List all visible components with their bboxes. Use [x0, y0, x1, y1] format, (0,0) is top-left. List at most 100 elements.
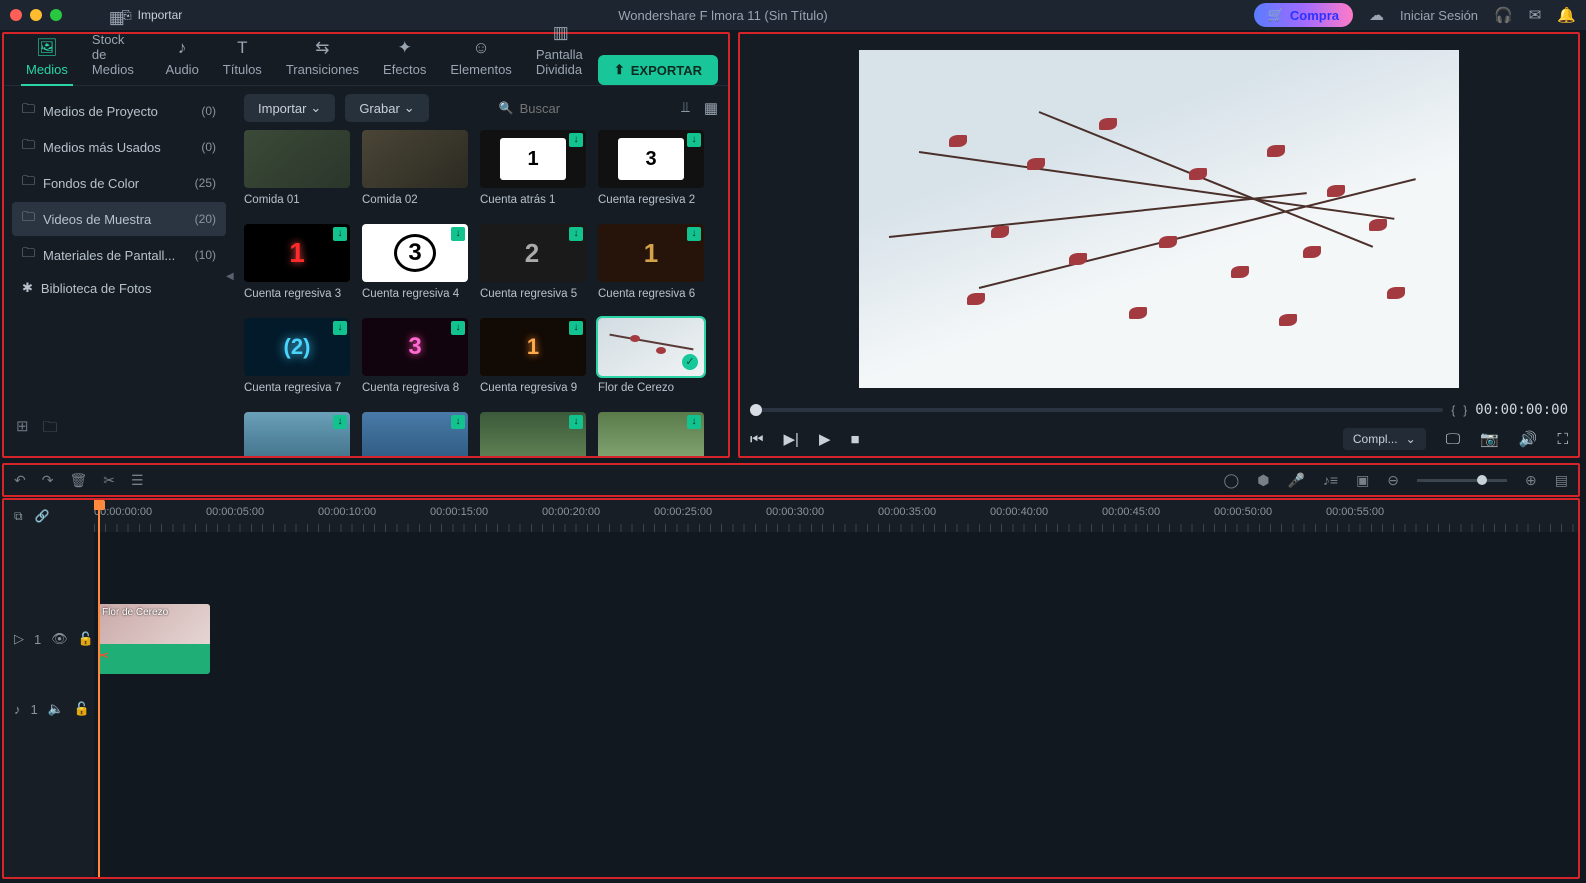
new-folder-icon[interactable]: ⊞ — [16, 417, 29, 442]
stop-icon[interactable]: ■ — [851, 431, 860, 448]
download-icon[interactable]: ↓ — [569, 321, 583, 335]
media-thumb[interactable]: 3↓Cuenta regresiva 8 — [362, 318, 468, 394]
download-icon[interactable]: ↓ — [687, 227, 701, 241]
snapshot-icon[interactable]: 📷 — [1480, 430, 1499, 448]
media-thumb[interactable]: 3↓Cuenta regresiva 4 — [362, 224, 468, 300]
tab-stock-de-medios[interactable]: ▦Stock de Medios — [80, 2, 154, 85]
media-thumb[interactable]: ↓ — [362, 412, 468, 456]
media-thumb[interactable]: ↓ — [598, 412, 704, 456]
minimize-window[interactable] — [30, 9, 42, 21]
timeline-tracks-area[interactable]: 00:00:00:0000:00:05:0000:00:10:0000:00:1… — [94, 500, 1578, 877]
export-button[interactable]: ⬆ EXPORTAR — [598, 55, 718, 85]
import-dropdown[interactable]: Importar ⌄ — [244, 94, 335, 122]
media-thumb[interactable]: 2↓Cuenta regresiva 5 — [480, 224, 586, 300]
zoom-out-icon[interactable]: ⊖ — [1387, 472, 1399, 489]
mute-icon[interactable]: 🔈 — [48, 701, 64, 717]
collapse-sidebar-icon[interactable]: ◀ — [226, 271, 234, 282]
notifications-icon[interactable]: 🔔 — [1557, 6, 1576, 24]
buy-button[interactable]: 🛒 Compra — [1254, 3, 1353, 27]
volume-icon[interactable]: 🔊 — [1519, 430, 1538, 448]
support-icon[interactable]: 🎧 — [1494, 6, 1513, 24]
filter-icon[interactable]: ⫫ — [681, 99, 689, 117]
playback-quality-select[interactable]: Compl... ⌄ — [1343, 428, 1426, 450]
sidebar-item[interactable]: 🗀Materiales de Pantall...(10) — [12, 238, 226, 272]
media-thumb[interactable]: 1↓Cuenta atrás 1 — [480, 130, 586, 206]
download-icon[interactable]: ↓ — [333, 415, 347, 429]
download-icon[interactable]: ↓ — [687, 415, 701, 429]
download-icon[interactable]: ↓ — [569, 415, 583, 429]
timeline-select-icon[interactable]: ⧉ — [14, 509, 23, 524]
grid-view-icon[interactable]: ▦ — [704, 99, 718, 117]
fullscreen-icon[interactable]: ⛶ — [1557, 431, 1568, 448]
lock-icon[interactable]: 🔓 — [78, 631, 94, 647]
media-thumb[interactable]: 1↓Cuenta regresiva 6 — [598, 224, 704, 300]
video-track-header[interactable]: ▷ 1 👁 🔓 — [4, 604, 94, 674]
zoom-fit-icon[interactable]: ▤ — [1555, 472, 1568, 489]
record-dropdown[interactable]: Grabar ⌄ — [345, 94, 428, 122]
download-icon[interactable]: ↓ — [451, 321, 465, 335]
sidebar-item[interactable]: 🗀Videos de Muestra(20) — [12, 202, 226, 236]
cut-icon[interactable]: ✂ — [103, 472, 115, 489]
play-icon[interactable]: ▶ — [819, 430, 831, 448]
delete-icon[interactable]: 🗑 — [69, 472, 87, 489]
sidebar-item[interactable]: 🗀Fondos de Color(25) — [12, 166, 226, 200]
playhead[interactable] — [98, 500, 100, 877]
download-icon[interactable]: ↓ — [687, 133, 701, 147]
preview-viewport[interactable] — [744, 38, 1574, 400]
tab-títulos[interactable]: TTítulos — [211, 32, 274, 85]
timeline-clip[interactable]: Flor de Cerezo ✂ — [98, 604, 210, 674]
download-icon[interactable]: ↓ — [451, 227, 465, 241]
audio-track-header[interactable]: ♪ 1 🔈 🔓 — [4, 674, 94, 744]
timeline-ruler[interactable]: 00:00:00:0000:00:05:0000:00:10:0000:00:1… — [94, 500, 1578, 532]
tab-medios[interactable]: 🖼Medios — [14, 32, 80, 85]
marker-icon[interactable]: ⬢ — [1257, 472, 1269, 489]
step-back-icon[interactable]: ▶| — [784, 430, 799, 448]
tab-transiciones[interactable]: ⇆Transiciones — [274, 32, 371, 85]
display-icon[interactable]: 🖵 — [1446, 431, 1460, 448]
timeline-link-icon[interactable]: 🔗 — [35, 509, 50, 523]
media-thumb[interactable]: ↓ — [244, 412, 350, 456]
zoom-slider[interactable] — [1417, 479, 1507, 482]
tab-audio[interactable]: ♪Audio — [154, 32, 211, 85]
adjust-icon[interactable]: ☰ — [131, 472, 144, 489]
redo-icon[interactable]: ↷ — [42, 472, 54, 489]
messages-icon[interactable]: ✉ — [1529, 6, 1542, 24]
tab-efectos[interactable]: ✦Efectos — [371, 32, 438, 85]
eye-icon[interactable]: 👁 — [51, 631, 68, 647]
brace-right[interactable]: } — [1463, 403, 1467, 417]
zoom-in-icon[interactable]: ⊕ — [1525, 472, 1537, 489]
voiceover-icon[interactable]: 🎤 — [1287, 472, 1304, 489]
media-thumb[interactable]: 1↓Cuenta regresiva 9 — [480, 318, 586, 394]
download-icon[interactable]: ↓ — [451, 415, 465, 429]
crop-icon[interactable]: ▣ — [1356, 472, 1369, 489]
download-icon[interactable]: ↓ — [333, 321, 347, 335]
tab-elementos[interactable]: ☺Elementos — [438, 32, 523, 85]
media-thumb[interactable]: (2)↓Cuenta regresiva 7 — [244, 318, 350, 394]
prev-frame-icon[interactable]: ⏮ — [750, 431, 764, 448]
tab-pantalla-dividida[interactable]: ▥Pantalla Dividida — [524, 17, 598, 85]
cloud-icon[interactable]: ☁ — [1369, 6, 1384, 24]
folder-icon[interactable]: 🗀 — [43, 417, 58, 442]
search-input[interactable] — [520, 101, 640, 116]
media-thumb[interactable]: Comida 01 — [244, 130, 350, 206]
media-thumb[interactable]: ✓Flor de Cerezo — [598, 318, 704, 394]
lock-icon[interactable]: 🔓 — [74, 701, 90, 717]
undo-icon[interactable]: ↶ — [14, 472, 26, 489]
media-thumb[interactable]: 3↓Cuenta regresiva 2 — [598, 130, 704, 206]
sidebar-item[interactable]: 🗀Medios más Usados(0) — [12, 130, 226, 164]
scrub-bar[interactable] — [750, 408, 1443, 412]
sidebar-item[interactable]: 🗀Medios de Proyecto(0) — [12, 94, 226, 128]
sidebar-item[interactable]: ✱Biblioteca de Fotos — [12, 274, 226, 302]
audio-mixer-icon[interactable]: ♪≡ — [1323, 472, 1338, 488]
brace-left[interactable]: { — [1451, 403, 1455, 417]
download-icon[interactable]: ↓ — [569, 133, 583, 147]
render-icon[interactable]: ◯ — [1224, 472, 1240, 489]
maximize-window[interactable] — [50, 9, 62, 21]
login-link[interactable]: Iniciar Sesión — [1400, 8, 1478, 23]
media-thumb[interactable]: 1↓Cuenta regresiva 3 — [244, 224, 350, 300]
media-thumb[interactable]: ↓ — [480, 412, 586, 456]
close-window[interactable] — [10, 9, 22, 21]
download-icon[interactable]: ↓ — [569, 227, 583, 241]
download-icon[interactable]: ↓ — [333, 227, 347, 241]
search-field[interactable]: 🔍 — [439, 101, 672, 116]
